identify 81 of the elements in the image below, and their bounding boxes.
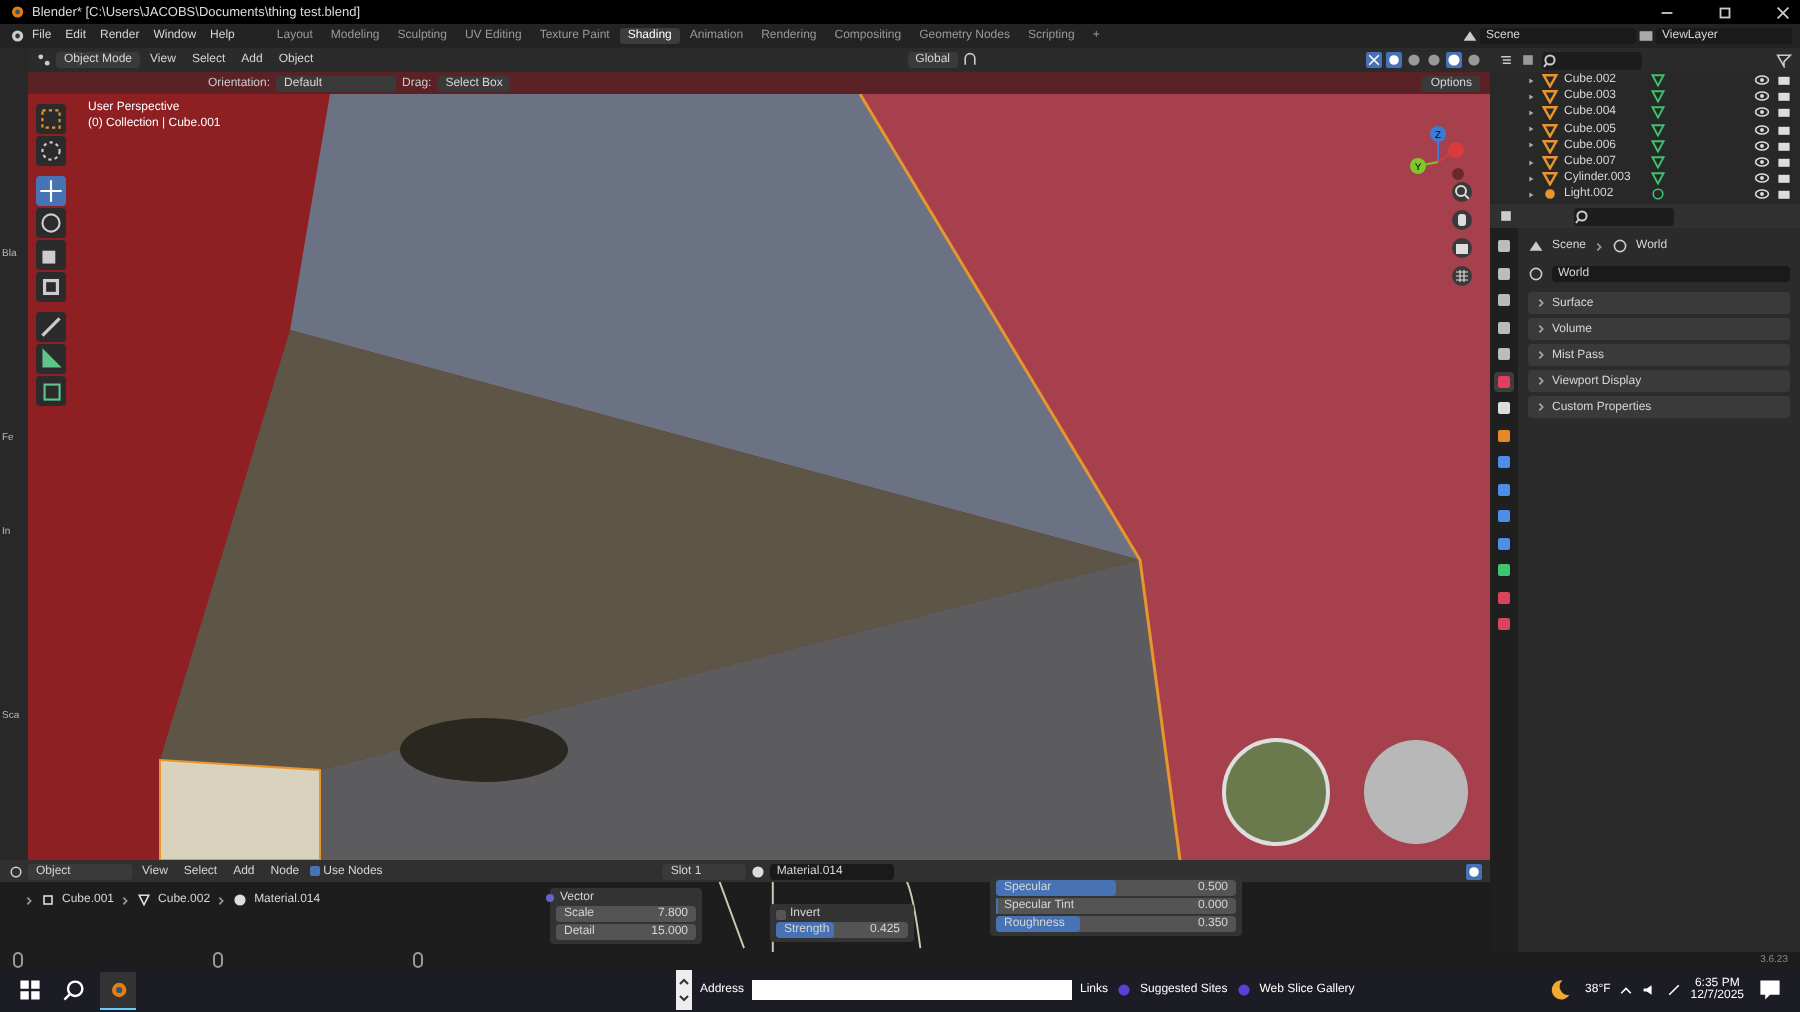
ie-page-icon (1116, 982, 1133, 998)
blender-app-icon[interactable] (100, 971, 136, 1009)
eye-icon[interactable] (1754, 121, 1770, 138)
rotate-tool-icon[interactable] (36, 208, 66, 238)
mesh-icon (136, 892, 153, 908)
mouse-icon (412, 952, 424, 968)
scene-tab-icon[interactable] (1494, 344, 1514, 364)
cursor-tool-icon[interactable] (36, 136, 66, 166)
eye-icon[interactable] (1754, 88, 1770, 105)
scale-tool-icon[interactable] (36, 240, 66, 270)
chevron-right-icon (1536, 402, 1546, 412)
filter-icon[interactable] (1520, 52, 1536, 68)
object-icon (40, 892, 56, 908)
search-icon[interactable] (1574, 207, 1674, 225)
texture-tab-icon[interactable] (1494, 614, 1514, 634)
overlay-toggle-icon[interactable] (1466, 863, 1482, 879)
eye-icon[interactable] (1754, 186, 1770, 203)
eye-icon[interactable] (1754, 137, 1770, 154)
particles-tab-icon[interactable] (1494, 479, 1514, 499)
shading-mode-icon[interactable] (1466, 52, 1482, 68)
output-tab-icon[interactable] (1494, 290, 1514, 310)
snap-icon[interactable] (962, 52, 978, 68)
chevron-up-icon[interactable] (1618, 982, 1635, 998)
address-field[interactable] (752, 980, 1073, 1000)
eye-icon[interactable] (1754, 72, 1770, 89)
close-icon[interactable] (1774, 3, 1792, 21)
chevron-right-icon (120, 895, 131, 905)
render-tab-icon[interactable] (1494, 263, 1514, 283)
view-layer-tab-icon[interactable] (1494, 317, 1514, 337)
modifier-tab-icon[interactable] (1494, 452, 1514, 472)
overlay-toggle-icon[interactable] (1386, 52, 1402, 68)
mouse-icon (12, 952, 24, 968)
data-tab-icon[interactable] (1494, 560, 1514, 580)
chevron-right-icon (1536, 324, 1546, 334)
transform-tool-icon[interactable] (36, 272, 66, 302)
object-tab-icon[interactable] (1494, 425, 1514, 445)
chevron-right-icon (1536, 350, 1546, 360)
shading-mode-icon[interactable] (1426, 52, 1442, 68)
move-tool-icon[interactable] (36, 176, 66, 206)
editor-type-icon[interactable] (8, 863, 24, 879)
constraints-tab-icon[interactable] (1494, 533, 1514, 553)
editor-type-icon[interactable] (36, 52, 52, 68)
shading-mode-icon[interactable] (1446, 52, 1462, 68)
chevron-right-icon (1536, 298, 1546, 308)
material-preview-sphere (1364, 740, 1468, 844)
material-sphere-icon[interactable] (750, 863, 767, 879)
chevron-right-icon (1594, 241, 1605, 251)
search-icon[interactable] (1542, 51, 1642, 69)
layers-icon[interactable] (1638, 28, 1654, 44)
material-icon (232, 892, 249, 908)
world-icon[interactable] (1528, 266, 1544, 282)
physics-tab-icon[interactable] (1494, 506, 1514, 526)
shading-mode-icon[interactable] (1406, 52, 1422, 68)
gizmo-toggle-icon[interactable] (1366, 52, 1382, 68)
hdri-preview-sphere (1222, 738, 1330, 846)
chevron-right-icon (1536, 376, 1546, 386)
scroll-arrows-icon[interactable] (676, 970, 692, 1010)
tool-tab-icon[interactable] (1494, 236, 1514, 256)
annotate-tool-icon[interactable] (36, 312, 66, 342)
eye-icon[interactable] (1754, 170, 1770, 187)
ie-page-icon (1235, 982, 1252, 998)
select-tool-icon[interactable] (36, 104, 66, 134)
eye-icon[interactable] (1754, 104, 1770, 121)
filter-icon[interactable] (1776, 52, 1792, 68)
display-mode-icon[interactable] (1498, 52, 1514, 68)
add-cube-tool-icon[interactable] (36, 376, 66, 406)
eye-icon[interactable] (1754, 154, 1770, 171)
maximize-icon[interactable] (1716, 3, 1734, 21)
scene-icon[interactable] (1462, 28, 1478, 44)
editor-type-icon[interactable] (1498, 208, 1514, 224)
mouse-icon (212, 952, 224, 968)
light-icon (1542, 186, 1558, 203)
measure-tool-icon[interactable] (36, 344, 66, 374)
world-tab-icon[interactable] (1494, 371, 1514, 391)
world-icon (1612, 238, 1629, 254)
material-tab-icon[interactable] (1494, 587, 1514, 607)
light-data-icon (1650, 186, 1666, 203)
chevron-right-icon (216, 895, 227, 905)
scene-icon (1528, 238, 1544, 254)
collection-tab-icon[interactable] (1494, 398, 1514, 418)
chevron-right-icon (24, 895, 34, 905)
